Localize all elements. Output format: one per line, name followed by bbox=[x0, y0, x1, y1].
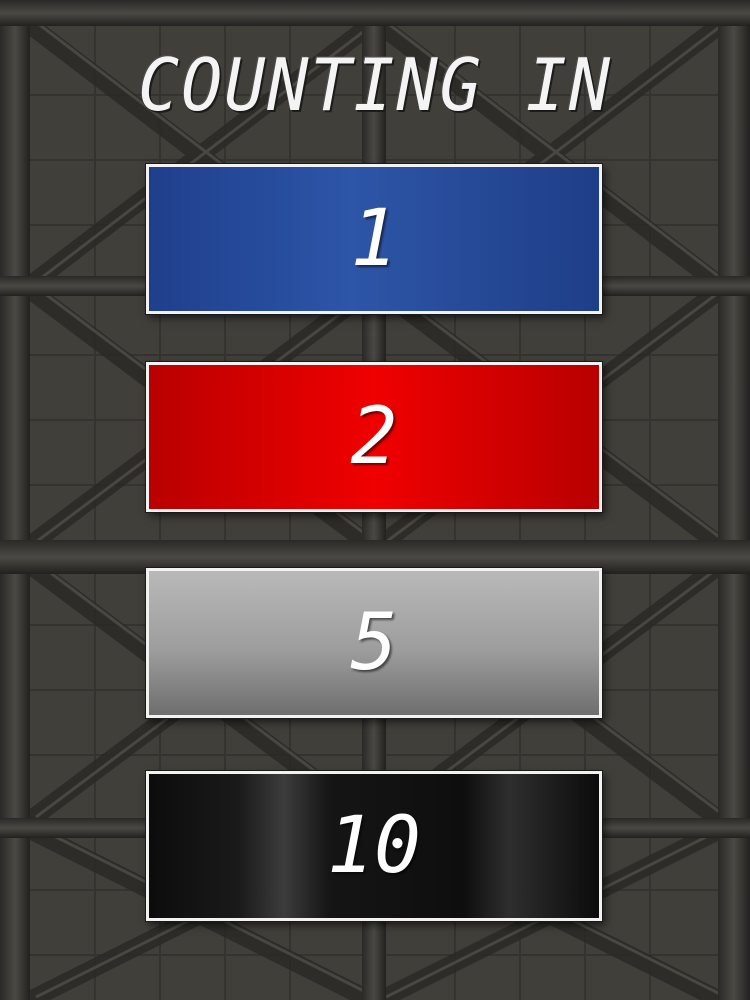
game-screen: COUNTING IN 1 2 5 10 bbox=[0, 0, 750, 1000]
count-option-5-button[interactable]: 5 bbox=[146, 568, 602, 718]
count-option-2-label: 2 bbox=[350, 392, 398, 482]
count-option-1-label: 1 bbox=[350, 194, 398, 284]
count-option-1-button[interactable]: 1 bbox=[146, 164, 602, 314]
count-option-5-label: 5 bbox=[350, 598, 398, 688]
count-option-10-label: 10 bbox=[327, 801, 421, 891]
screen-title: COUNTING IN bbox=[138, 43, 612, 127]
count-option-2-button[interactable]: 2 bbox=[146, 362, 602, 512]
count-option-10-button[interactable]: 10 bbox=[146, 771, 602, 921]
